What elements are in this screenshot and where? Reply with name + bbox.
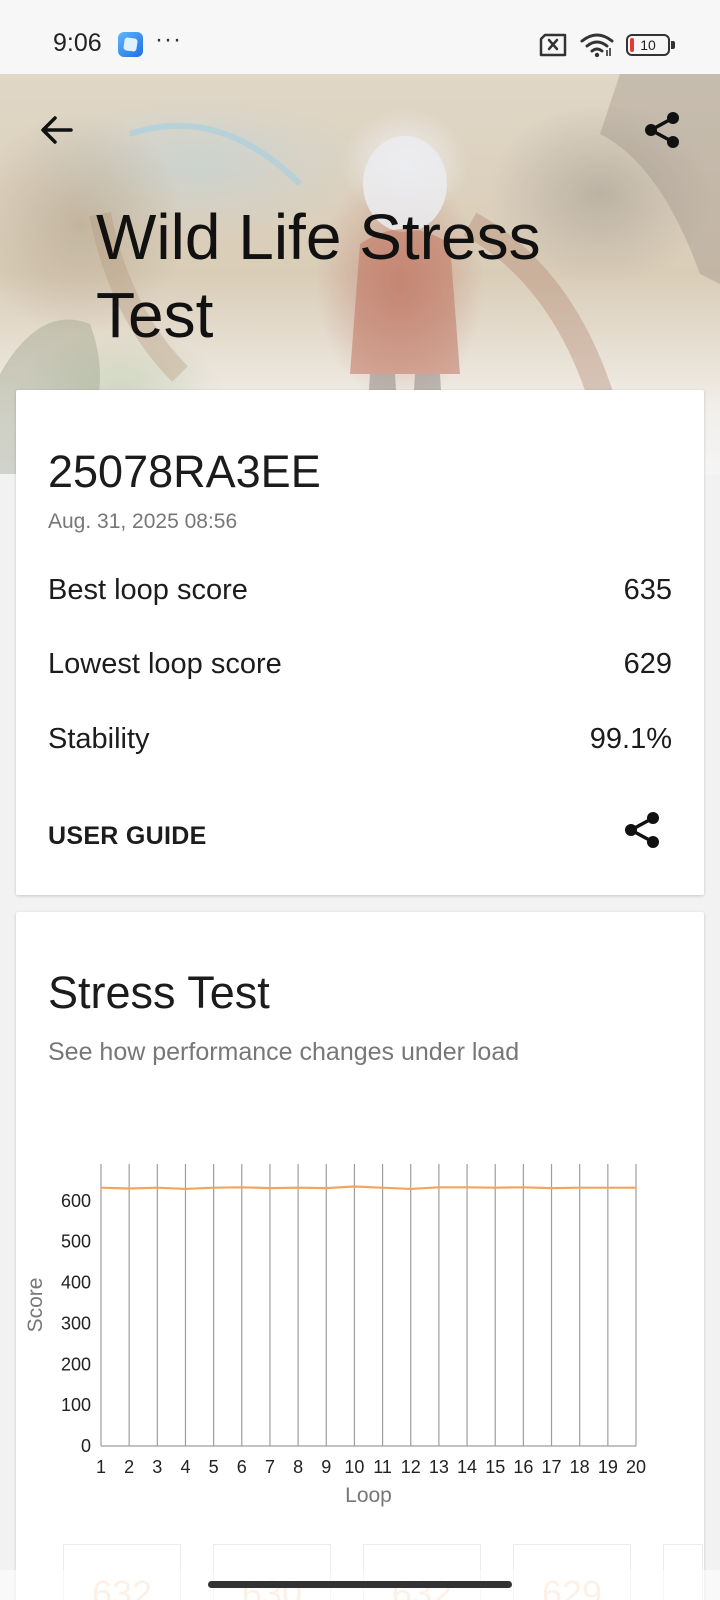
score-point [409, 1188, 412, 1190]
stability-row: Stability 99.1% [48, 719, 672, 759]
status-time: 9:06 [53, 29, 102, 57]
battery-low-icon: 10 [626, 34, 675, 56]
x-tick-label: 11 [373, 1457, 392, 1477]
x-tick-label: 8 [293, 1457, 303, 1477]
share-icon [645, 112, 679, 148]
score-point [128, 1187, 130, 1190]
page-title: Wild Life Stress Test [96, 201, 541, 351]
x-tick-label: 19 [598, 1457, 618, 1477]
x-tick-label: 5 [209, 1457, 219, 1477]
lowest-loop-score-row: Lowest loop score 629 [48, 644, 672, 684]
score-point [156, 1186, 159, 1189]
x-tick-label: 3 [152, 1457, 162, 1477]
score-point [494, 1186, 497, 1189]
score-series-line [100, 1185, 636, 1191]
score-point [607, 1186, 609, 1189]
home-indicator[interactable] [208, 1581, 512, 1588]
score-point [550, 1187, 553, 1189]
y-tick-label: 100 [61, 1395, 91, 1415]
score-point [297, 1186, 299, 1189]
stat-label: Best loop score [48, 573, 248, 606]
y-tick-label: 0 [81, 1436, 91, 1456]
score-point [269, 1187, 271, 1189]
result-card: 25078RA3EE Aug. 31, 2025 08:56 Best loop… [16, 390, 704, 895]
y-tick-label: 200 [61, 1354, 91, 1374]
x-tick-label: 4 [180, 1457, 190, 1477]
stress-test-chart: 1 2 3 4 5 6 7 8 9 10 11 12 13 14 15 16 17 18 19 20010020030… [24, 1164, 646, 1507]
x-tick-label: 17 [542, 1457, 562, 1477]
score-point [240, 1186, 243, 1189]
score-point [184, 1188, 187, 1190]
y-axis-label: Score [24, 1278, 47, 1333]
score-point [578, 1186, 581, 1189]
battery-level: 10 [640, 37, 656, 53]
x-tick-label: 9 [321, 1457, 331, 1477]
best-loop-score-row: Best loop score 635 [48, 570, 672, 610]
status-bar: 9:06 ··· 10 [0, 0, 720, 74]
score-point [381, 1186, 384, 1189]
no-sim-icon [539, 33, 567, 57]
x-tick-label: 6 [237, 1457, 247, 1477]
x-tick-label: 7 [265, 1457, 275, 1477]
x-tick-label: 20 [626, 1457, 646, 1477]
stat-value: 99.1% [589, 722, 672, 755]
x-tick-label: 15 [485, 1457, 505, 1477]
app-notification-icon [118, 32, 143, 57]
score-point [522, 1186, 525, 1189]
device-name: 25078RA3EE [48, 446, 321, 497]
x-tick-label: 12 [401, 1457, 421, 1477]
y-tick-label: 400 [61, 1273, 91, 1293]
stat-label: Lowest loop score [48, 647, 282, 680]
wifi-icon [580, 33, 614, 58]
x-tick-label: 18 [570, 1457, 590, 1477]
stat-value: 635 [623, 573, 672, 606]
share-icon [625, 812, 659, 848]
y-tick-label: 600 [61, 1191, 91, 1211]
x-tick-label: 10 [344, 1457, 364, 1477]
result-share-button[interactable] [618, 806, 666, 854]
score-point [325, 1187, 328, 1189]
user-guide-button[interactable]: USER GUIDE [48, 822, 207, 851]
back-button[interactable] [34, 108, 78, 152]
score-point [466, 1186, 468, 1189]
x-tick-label: 14 [457, 1457, 477, 1477]
x-tick-label: 16 [513, 1457, 533, 1477]
more-notifications-icon: ··· [155, 26, 182, 53]
stat-value: 629 [623, 647, 672, 680]
arrow-left-icon [41, 116, 73, 144]
x-tick-label: 1 [96, 1457, 106, 1477]
score-point [212, 1186, 215, 1189]
header-share-button[interactable] [638, 106, 686, 154]
stress-test-card: Stress Test See how performance changes … [16, 912, 704, 1600]
score-point [353, 1185, 356, 1188]
status-icons: 10 [538, 31, 675, 59]
y-tick-label: 500 [61, 1232, 91, 1252]
x-axis-label: Loop [345, 1484, 392, 1507]
y-tick-label: 300 [61, 1313, 91, 1333]
score-point [100, 1186, 102, 1189]
score-point [438, 1186, 440, 1189]
stat-label: Stability [48, 722, 150, 755]
x-tick-label: 13 [429, 1457, 449, 1477]
x-tick-label: 2 [124, 1457, 134, 1477]
test-date: Aug. 31, 2025 08:56 [48, 510, 238, 533]
score-point [635, 1186, 637, 1189]
